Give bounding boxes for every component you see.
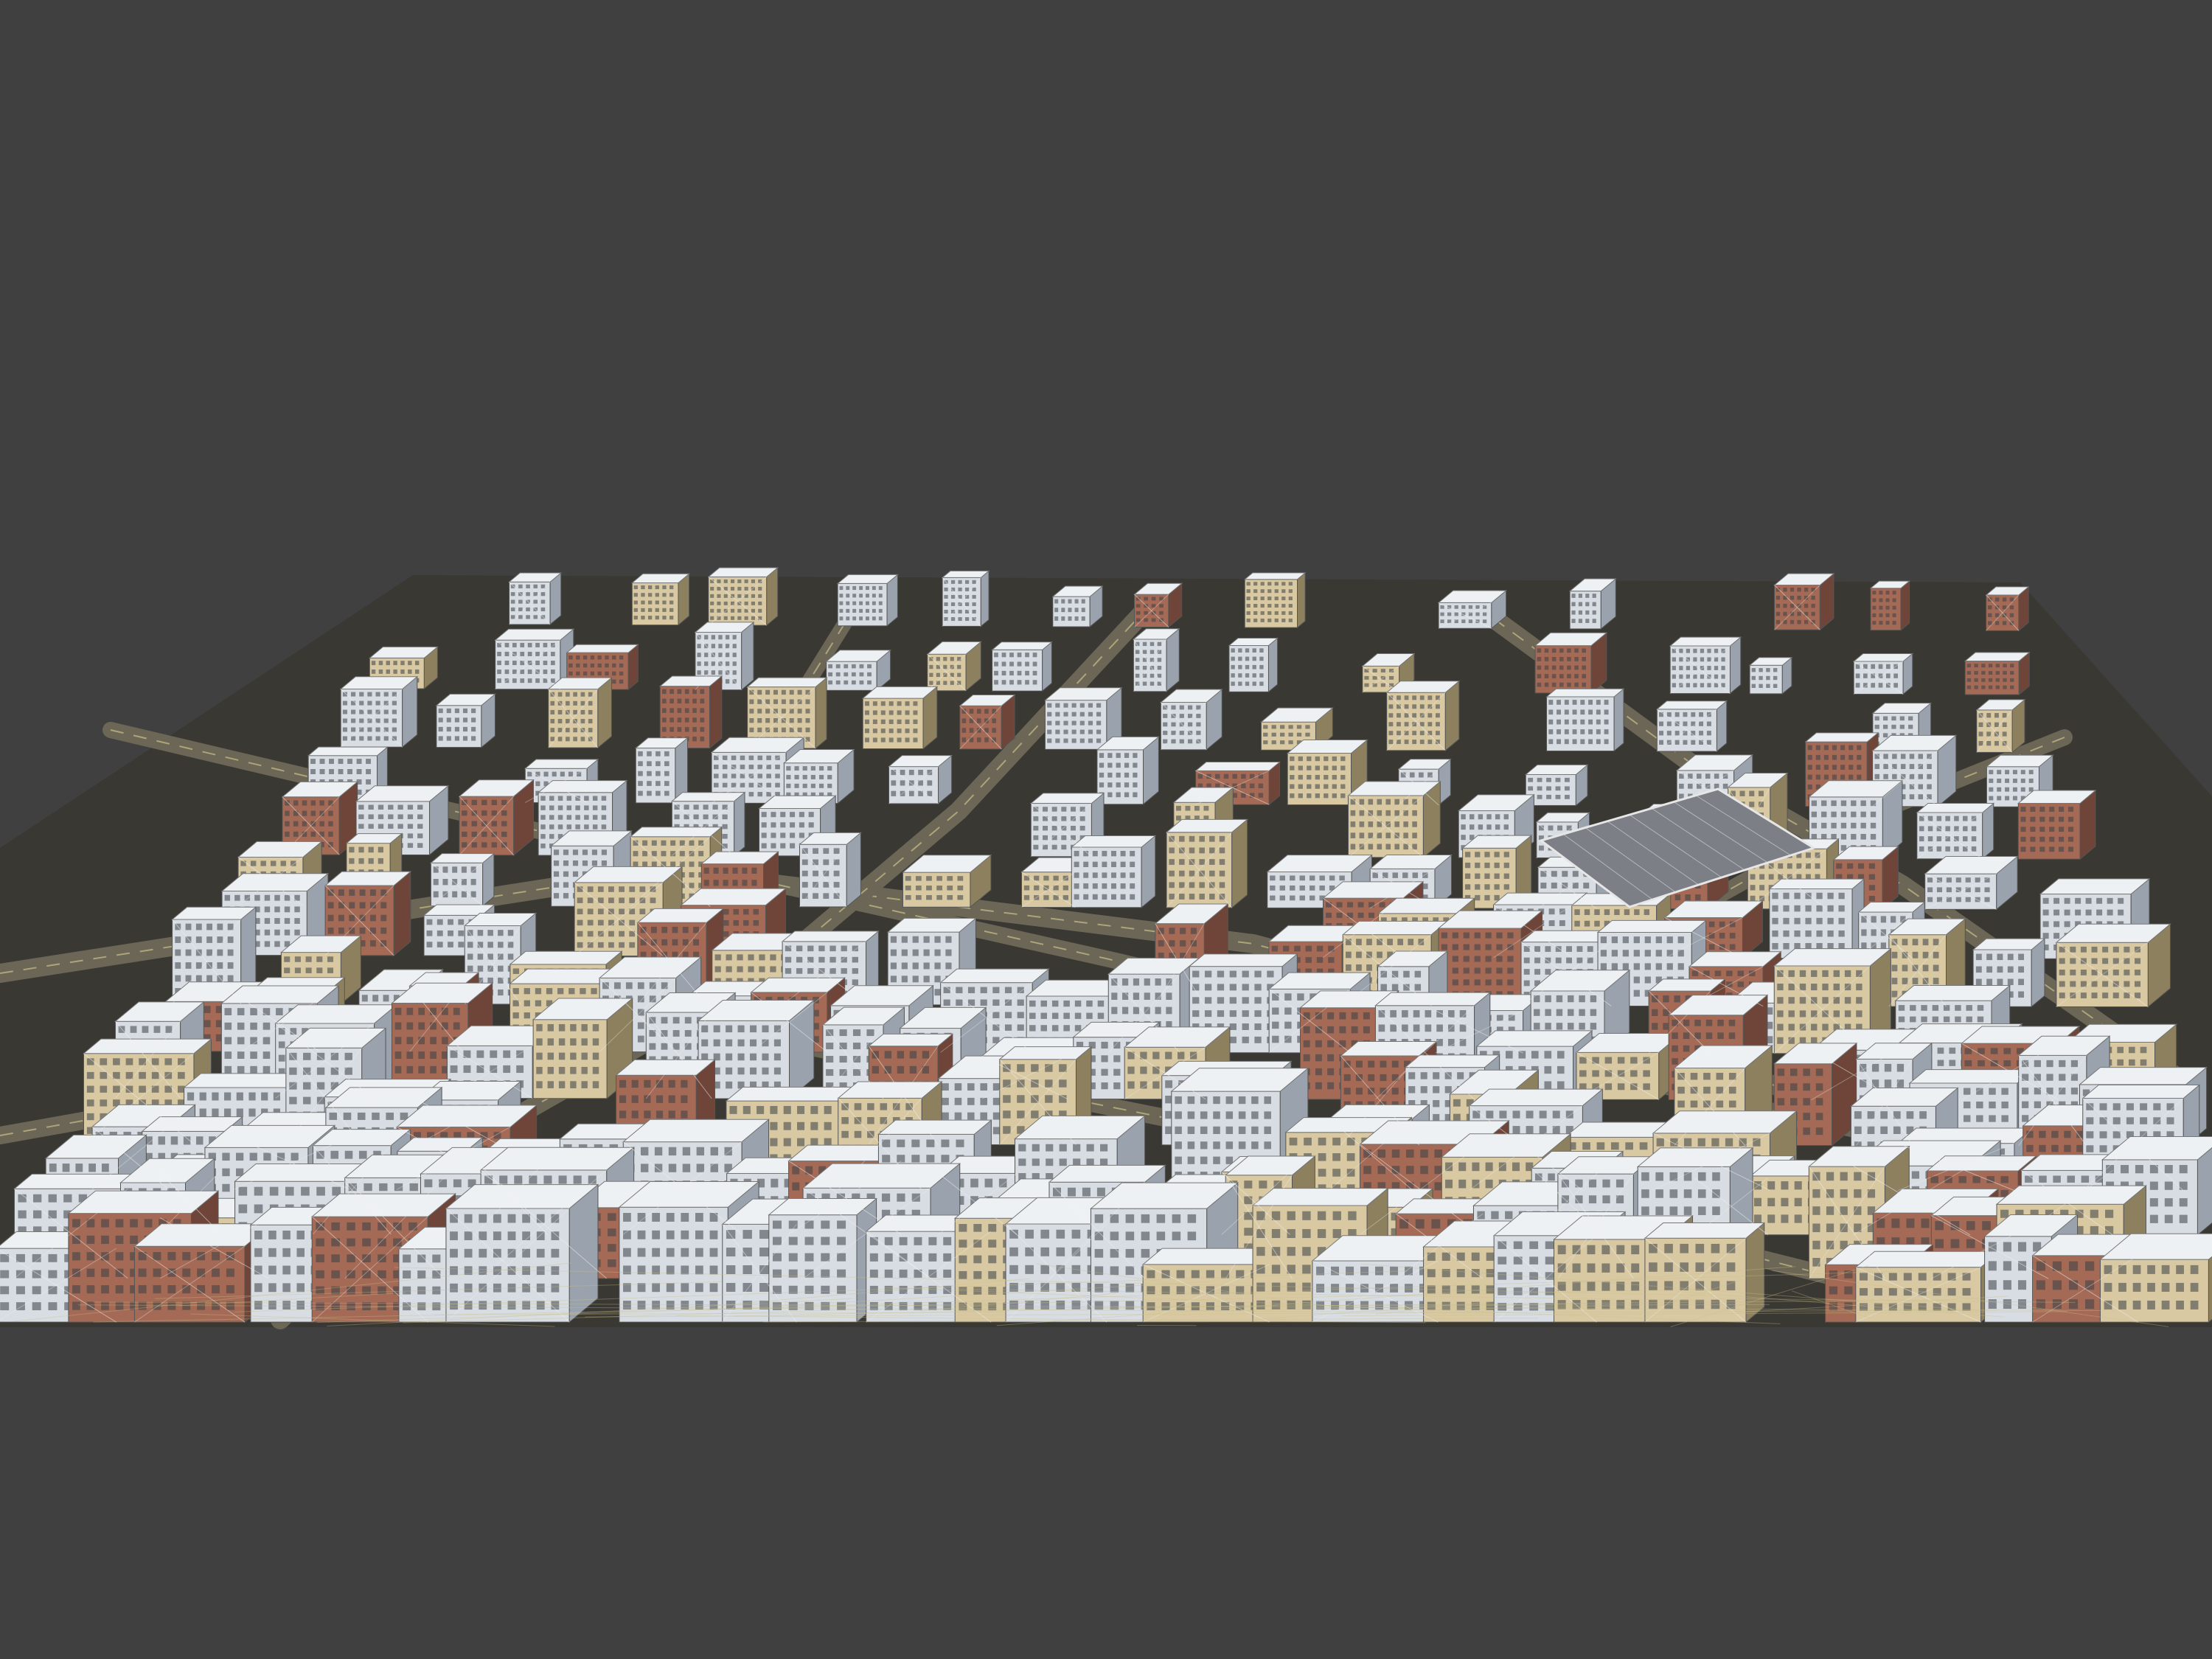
building	[861, 686, 939, 750]
building	[1243, 571, 1307, 629]
building	[458, 779, 535, 856]
building	[1524, 764, 1589, 807]
building	[825, 649, 891, 692]
building	[1228, 637, 1279, 693]
building	[1568, 577, 1617, 630]
building	[1534, 632, 1608, 694]
building	[630, 573, 691, 626]
building	[1545, 688, 1625, 752]
building	[782, 748, 855, 804]
building	[1768, 878, 1865, 959]
building	[902, 854, 992, 908]
building	[1748, 656, 1793, 695]
building	[1165, 818, 1248, 909]
building	[1096, 736, 1160, 805]
building	[1051, 585, 1104, 628]
building	[1437, 589, 1507, 630]
building	[634, 737, 689, 804]
building	[435, 693, 496, 748]
city-scene-render	[0, 566, 2212, 1329]
building	[1964, 651, 2031, 696]
building	[2017, 789, 2097, 860]
building	[836, 574, 899, 627]
building	[799, 832, 862, 908]
3d-viewport[interactable]	[0, 0, 2212, 1659]
building	[1070, 835, 1157, 908]
building	[1869, 580, 1910, 631]
building	[1854, 1251, 2001, 1324]
building	[1132, 627, 1180, 692]
building	[547, 677, 613, 749]
building	[991, 641, 1053, 692]
building	[697, 999, 815, 1100]
building	[1924, 855, 2019, 911]
building	[658, 675, 723, 749]
building	[1975, 698, 2026, 754]
